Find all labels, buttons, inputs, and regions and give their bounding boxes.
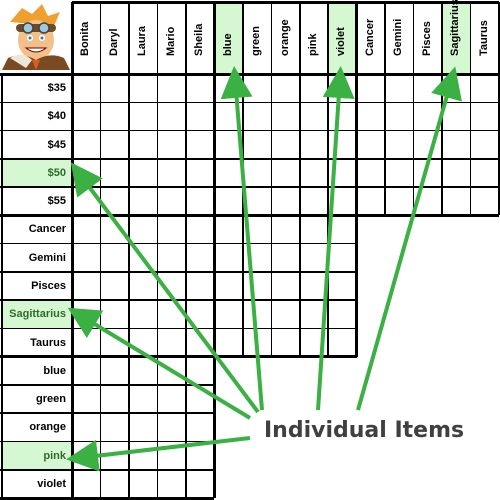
arrow-to-pink [66, 436, 251, 472]
arrow-to-sagittarius [356, 66, 462, 411]
logic-grid-puzzle: Bonita Daryl Laura Mario Sheila blue green oran… [0, 0, 500, 500]
individual-items-callout: Individual Items [264, 418, 465, 443]
arrow-to-violet [316, 66, 355, 411]
arrow-to-blue [220, 66, 264, 411]
arrow-to-50 [70, 162, 260, 414]
